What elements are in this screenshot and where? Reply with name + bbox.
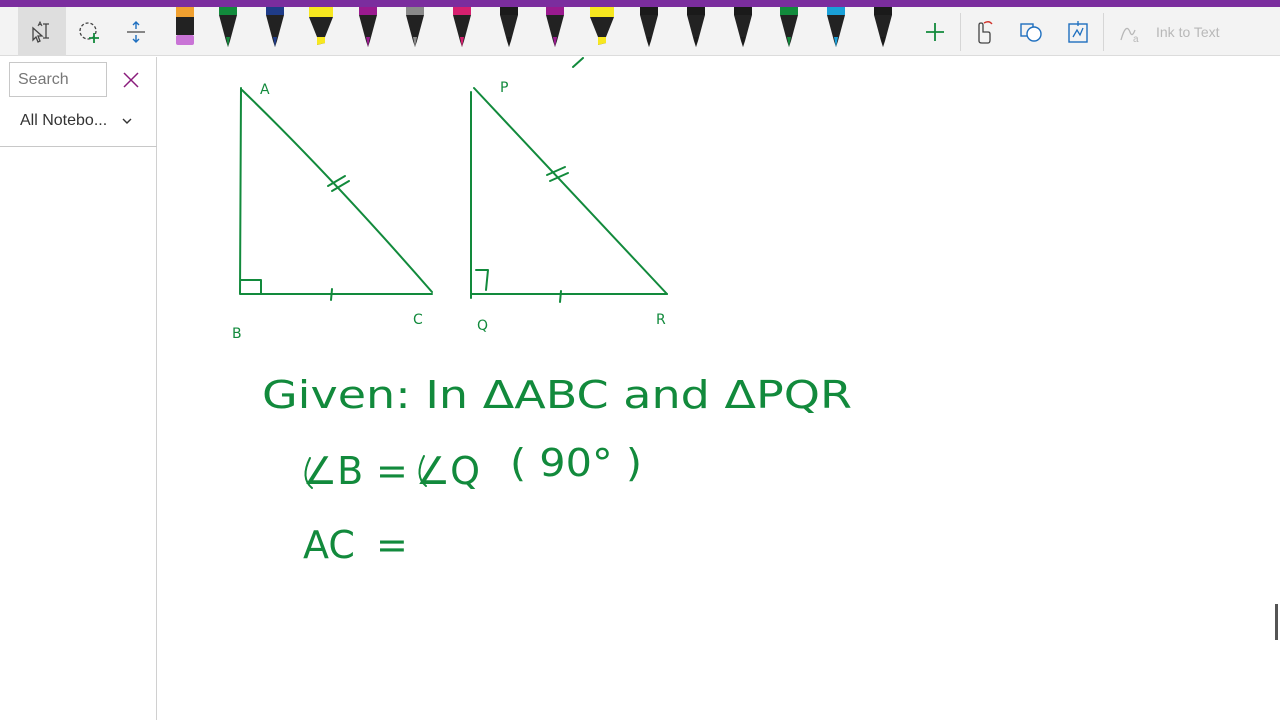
triangle-abc-legs (239, 87, 433, 295)
pen-icon[interactable] (442, 7, 482, 56)
angle-b-label: ∠B (303, 449, 363, 493)
pen-icon[interactable] (629, 7, 669, 56)
right-angle-mark-b (240, 279, 262, 295)
label-c: C (413, 312, 423, 328)
pen-icon[interactable] (395, 7, 435, 56)
search-sidebar: All Notebo... (0, 57, 157, 720)
tick-mark-qr (559, 290, 562, 303)
given-statement: Given: In ΔABC and ΔPQR (262, 373, 852, 417)
ink-to-shape-icon[interactable] (1008, 7, 1054, 56)
notebook-filter-dropdown[interactable]: All Notebo... (20, 112, 133, 130)
touch-draw-icon[interactable] (960, 7, 1006, 56)
label-q: Q (477, 318, 488, 334)
chevron-down-icon (122, 118, 132, 124)
ink-to-math-icon[interactable] (1055, 7, 1101, 56)
side-ac-label: AC (303, 523, 355, 567)
ink-to-text-button[interactable]: a Ink to Text (1118, 7, 1220, 56)
label-r: R (656, 312, 666, 328)
equals-sign-2: = (376, 523, 408, 567)
pen-icon[interactable] (769, 7, 809, 56)
pen-icon[interactable] (208, 7, 248, 56)
highlighter-icon[interactable] (301, 7, 341, 56)
label-p: P (500, 80, 508, 96)
label-a: A (260, 82, 270, 98)
add-pen-button[interactable] (912, 7, 958, 56)
vertical-scrollbar[interactable] (1275, 604, 1278, 640)
right-angle-note: ( 90° ) (510, 441, 642, 485)
pen-icon[interactable] (723, 7, 763, 56)
highlighter-icon[interactable] (582, 7, 622, 56)
ink-to-text-label: Ink to Text (1156, 23, 1220, 40)
pen-icon[interactable] (863, 7, 903, 56)
label-b: B (232, 326, 242, 342)
pen-icon[interactable] (535, 7, 575, 56)
right-angle-mark-q (475, 269, 489, 291)
eraser-icon[interactable] (161, 7, 201, 56)
pen-icon[interactable] (255, 7, 295, 56)
draw-toolbar: a Ink to Text (0, 7, 1280, 56)
ink-to-text-icon: a (1120, 27, 1139, 44)
equals-sign: = (376, 449, 408, 493)
note-canvas[interactable]: A B C P Q R Given: In ΔABC and ΔPQR ∠B =… (158, 57, 1280, 720)
pen-icon[interactable] (348, 7, 388, 56)
app-accent-bar (0, 0, 1280, 7)
search-input[interactable] (9, 62, 107, 97)
notebook-filter-label: All Notebo... (20, 112, 108, 129)
toolbar-divider (1103, 13, 1104, 51)
type-select-icon[interactable] (18, 7, 66, 56)
pen-icon[interactable] (489, 7, 529, 56)
pen-icon[interactable] (676, 7, 716, 56)
sidebar-divider (0, 146, 157, 147)
pen-icon[interactable] (816, 7, 856, 56)
triangle-abc-hypotenuse (241, 89, 433, 293)
close-icon[interactable] (118, 67, 144, 93)
triangle-pqr-hypotenuse (473, 87, 668, 295)
svg-text:a: a (1133, 34, 1139, 44)
lasso-select-icon[interactable] (66, 7, 112, 56)
add-space-icon[interactable] (112, 7, 160, 56)
angle-q-label: ∠Q (416, 449, 480, 493)
ink-drawing: A B C P Q R Given: In ΔABC and ΔPQR ∠B =… (232, 57, 852, 567)
tick-mark-bc (330, 288, 333, 301)
stray-stroke (572, 57, 584, 68)
